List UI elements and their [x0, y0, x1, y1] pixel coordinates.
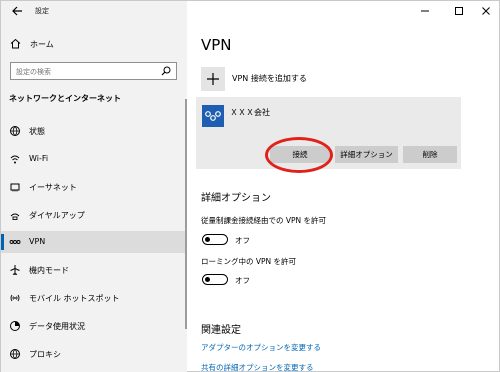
dialup-icon [9, 209, 21, 221]
hotspot-icon [9, 292, 21, 304]
metered-vpn-toggle[interactable] [202, 234, 228, 245]
sidebar-item-label: 機内モード [29, 266, 69, 275]
sidebar-item-dialup[interactable]: ダイヤルアップ [1, 204, 187, 226]
sidebar-item-label: VPN [29, 237, 46, 246]
page-title: VPN [201, 36, 232, 54]
vpn-connection-icon [202, 105, 224, 127]
sidebar-item-mobile-hotspot[interactable]: モバイル ホットスポット [1, 287, 187, 309]
metered-vpn-label: 従量制課金接続経由での VPN を許可 [201, 216, 327, 225]
globe-icon [9, 348, 21, 360]
home-link[interactable]: ホーム [1, 35, 187, 53]
roaming-vpn-toggle[interactable] [202, 274, 228, 285]
maximize-button[interactable] [445, 1, 473, 21]
metered-vpn-state: オフ [235, 236, 250, 245]
sidebar-item-label: プロキシ [29, 350, 61, 359]
airplane-icon [9, 264, 21, 276]
search-icon[interactable] [161, 66, 171, 76]
ethernet-icon [9, 181, 21, 193]
sidebar-item-vpn[interactable]: VPN [1, 231, 187, 253]
globe-icon [9, 125, 21, 137]
sidebar-item-label: イーサネット [29, 183, 77, 192]
sidebar-item-label: データ使用状況 [29, 322, 85, 331]
sidebar-item-label: ダイヤルアップ [29, 211, 85, 220]
vpn-icon [9, 236, 21, 248]
sidebar-item-ethernet[interactable]: イーサネット [1, 176, 187, 198]
minimize-icon [421, 10, 429, 12]
sidebar-item-proxy[interactable]: プロキシ [1, 343, 187, 365]
search-input[interactable] [16, 66, 156, 77]
sharing-options-link[interactable]: 共有の詳細オプションを変更する [201, 362, 314, 372]
selection-indicator [1, 234, 4, 250]
plus-icon [201, 67, 225, 91]
home-label: ホーム [30, 40, 54, 49]
roaming-vpn-state: オフ [235, 276, 250, 285]
window-title: 設定 [35, 7, 49, 15]
title-bar: 設定 [1, 1, 187, 21]
add-vpn-button[interactable]: VPN 接続を追加する [201, 67, 471, 91]
home-icon [10, 38, 21, 49]
sidebar-item-wifi[interactable]: Wi-Fi [1, 148, 187, 170]
toggle-knob [205, 276, 210, 282]
adapter-options-link[interactable]: アダプターのオプションを変更する [201, 342, 321, 353]
maximize-icon [455, 7, 463, 15]
sidebar-scrollbar[interactable] [185, 99, 187, 329]
advanced-options-heading: 詳細オプション [201, 193, 271, 204]
close-icon [482, 7, 490, 15]
wifi-icon [9, 153, 21, 165]
add-vpn-label: VPN 接続を追加する [232, 74, 307, 83]
sidebar-item-label: モバイル ホットスポット [29, 294, 120, 303]
minimize-button[interactable] [411, 1, 439, 21]
settings-window: 設定 ホーム ネットワークとインターネット 状態 Wi-Fi [0, 0, 500, 372]
data-usage-icon [9, 320, 21, 332]
delete-button[interactable]: 削除 [403, 146, 457, 163]
section-heading: ネットワークとインターネット [9, 94, 121, 103]
sidebar-item-data-usage[interactable]: データ使用状況 [1, 315, 187, 337]
roaming-vpn-label: ローミング中の VPN を許可 [201, 257, 297, 266]
sidebar: 設定 ホーム ネットワークとインターネット 状態 Wi-Fi [1, 1, 187, 372]
sidebar-item-label: Wi-Fi [29, 154, 49, 163]
related-settings-heading: 関連設定 [201, 325, 241, 336]
close-button[interactable] [472, 1, 500, 21]
advanced-options-button[interactable]: 詳細オプション [335, 146, 398, 163]
highlight-circle-annotation [265, 137, 333, 173]
sidebar-item-status[interactable]: 状態 [1, 120, 187, 142]
back-arrow-icon[interactable] [11, 5, 23, 17]
sidebar-item-label: 状態 [29, 127, 45, 136]
search-box[interactable] [10, 62, 177, 80]
vpn-connection-name: ＸＸＸ会社 [230, 108, 270, 117]
toggle-knob [205, 236, 210, 242]
sidebar-item-airplane-mode[interactable]: 機内モード [1, 259, 187, 281]
